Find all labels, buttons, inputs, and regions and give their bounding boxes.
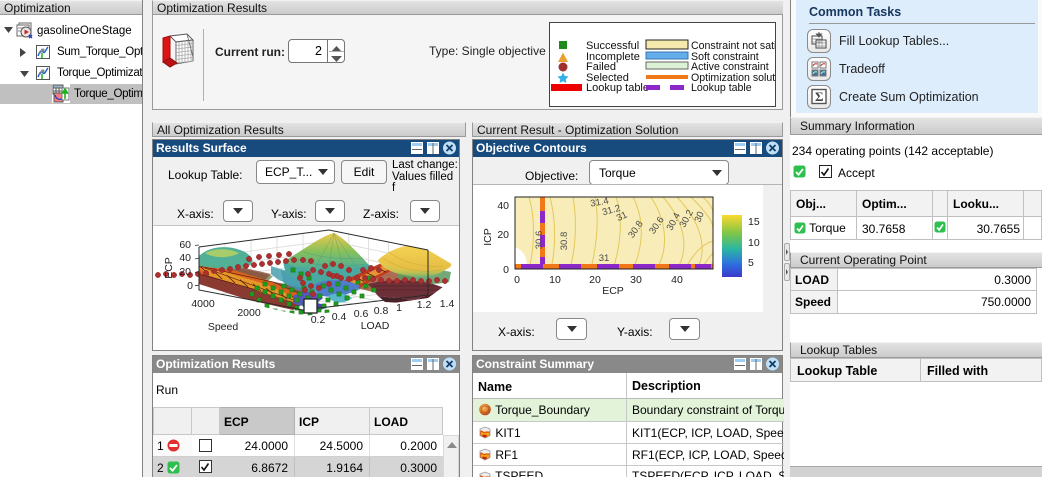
svg-text:40: 40 [671, 274, 683, 286]
svg-text:0: 0 [503, 264, 509, 276]
svg-text:0.2: 0.2 [311, 314, 326, 326]
svg-text:Speed: Speed [208, 321, 239, 333]
svg-text:1.2: 1.2 [417, 299, 432, 311]
svg-text:2000: 2000 [237, 307, 261, 319]
svg-text:0.4: 0.4 [332, 311, 347, 323]
svg-text:0.8: 0.8 [374, 305, 389, 317]
svg-text:Lookup table: Lookup table [586, 82, 649, 94]
svg-text:10: 10 [549, 274, 561, 286]
svg-text:ECP: ECP [602, 285, 624, 297]
svg-text:20: 20 [589, 274, 601, 286]
svg-text:4000: 4000 [191, 298, 215, 310]
svg-text:40: 40 [179, 252, 191, 264]
svg-text:1.4: 1.4 [440, 298, 455, 310]
svg-text:30: 30 [630, 274, 642, 286]
svg-text:0: 0 [187, 280, 193, 292]
svg-text:Σ: Σ [815, 89, 824, 104]
svg-text:LOAD: LOAD [361, 320, 390, 332]
svg-text:20: 20 [179, 266, 191, 278]
svg-text:0: 0 [514, 274, 520, 286]
svg-text:ECP: ECP [163, 257, 175, 279]
svg-text:10: 10 [748, 237, 760, 249]
svg-text:60: 60 [179, 239, 191, 251]
svg-text:ICP: ICP [482, 228, 494, 246]
svg-text:30.6: 30.6 [534, 231, 545, 250]
svg-text:0.6: 0.6 [354, 308, 369, 320]
svg-text:31: 31 [599, 253, 610, 264]
svg-text:5: 5 [748, 257, 754, 269]
svg-text:30.8: 30.8 [559, 232, 570, 251]
svg-text:20: 20 [497, 229, 509, 241]
svg-text:Lookup table: Lookup table [691, 82, 752, 94]
svg-text:1: 1 [396, 302, 402, 314]
svg-text:40: 40 [497, 200, 509, 212]
svg-text:15: 15 [748, 216, 760, 228]
